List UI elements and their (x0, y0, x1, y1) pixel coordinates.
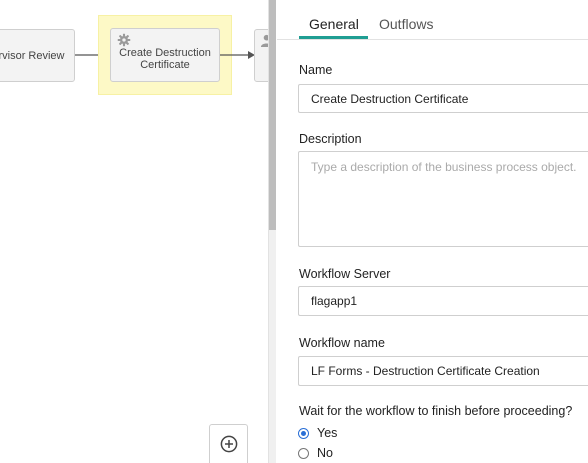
workflow-name-label: Workflow name (299, 336, 385, 350)
workflow-server-input[interactable]: flagapp1 (298, 286, 588, 316)
gear-icon (117, 33, 131, 47)
description-textarea[interactable]: Type a description of the business proce… (298, 151, 588, 247)
wait-option-yes[interactable]: Yes (298, 426, 337, 440)
panel-splitter[interactable] (268, 0, 276, 463)
connector-arrow-2 (220, 51, 255, 59)
active-tab-indicator (299, 36, 368, 39)
name-input-value: Create Destruction Certificate (311, 91, 469, 106)
radio-no-label: No (317, 446, 333, 460)
tab-general[interactable]: General (309, 16, 359, 32)
description-label: Description (299, 132, 362, 146)
zoom-in-button[interactable] (209, 424, 248, 463)
radio-yes-label: Yes (317, 426, 338, 440)
supervisor-review-node[interactable]: rvisor Review (0, 29, 75, 82)
person-icon (260, 34, 268, 47)
supervisor-review-label: rvisor Review (0, 49, 65, 62)
wait-for-workflow-label: Wait for the workflow to finish before p… (299, 404, 573, 418)
tab-outflows[interactable]: Outflows (379, 16, 433, 32)
description-placeholder: Type a description of the business proce… (311, 160, 577, 174)
radio-no[interactable] (298, 447, 309, 459)
workflow-server-value: flagapp1 (311, 294, 358, 308)
process-canvas[interactable]: rvisor Review Create Destruction Certifi… (0, 0, 268, 463)
workflow-name-input[interactable]: LF Forms - Destruction Certificate Creat… (298, 356, 588, 386)
wait-option-no[interactable]: No (298, 446, 333, 460)
radio-yes[interactable] (298, 427, 309, 439)
name-input[interactable]: Create Destruction Certificate (298, 84, 588, 113)
name-label: Name (299, 63, 333, 77)
zoom-in-icon (220, 435, 237, 453)
workflow-server-label: Workflow Server (299, 267, 391, 281)
workflow-name-value: LF Forms - Destruction Certificate Creat… (311, 364, 540, 378)
create-destruction-certificate-node[interactable]: Create Destruction Certificate (110, 28, 220, 82)
properties-panel: General Outflows Name Create Destruction… (277, 0, 588, 463)
next-user-task-node[interactable] (254, 29, 268, 82)
panel-tabs: General Outflows (277, 0, 588, 40)
canvas-scrollbar-thumb[interactable] (269, 0, 276, 230)
